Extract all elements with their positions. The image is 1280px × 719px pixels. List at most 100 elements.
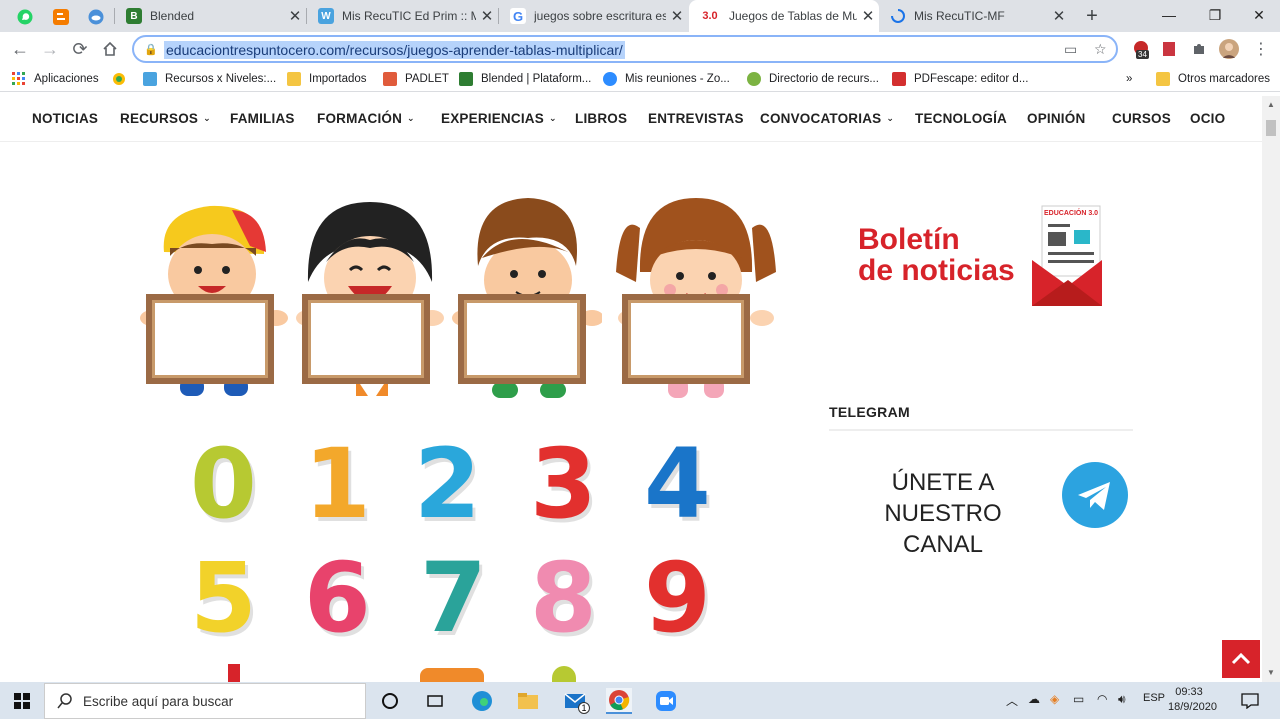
whatsapp-icon: [17, 9, 33, 24]
pinned-tab-whatsapp[interactable]: [9, 3, 41, 30]
tab-juegos-tablas-active[interactable]: 3.0 Juegos de Tablas de Multip ✕: [689, 0, 879, 32]
bookmark-favicon: [143, 72, 157, 86]
extensions-button[interactable]: [1188, 38, 1210, 60]
cortana-circle-icon: [382, 693, 398, 709]
nav-familias[interactable]: FAMILIAS: [230, 111, 295, 126]
close-window-button[interactable]: ✕: [1236, 0, 1280, 32]
tab-favicon: G: [510, 8, 526, 24]
extension-adblock[interactable]: 34: [1130, 38, 1152, 60]
taskbar-clock[interactable]: 09:33 18/9/2020: [1168, 685, 1217, 715]
scrollbar-thumb[interactable]: [1266, 120, 1276, 136]
bookmark-pdfescape[interactable]: PDFescape: editor d...: [892, 70, 1028, 88]
scroll-down-arrow[interactable]: ▼: [1267, 668, 1275, 677]
taskbar-mail[interactable]: 1: [562, 688, 590, 714]
browser-toolbar: ← → ⟳ 🔒 educaciontrespuntocero.com/recur…: [0, 32, 1280, 66]
telegram-join-text[interactable]: ÚNETE A NUESTRO CANAL: [838, 467, 1048, 560]
back-button[interactable]: ←: [7, 37, 33, 61]
profile-avatar[interactable]: [1218, 38, 1240, 60]
bookmark-label: Recursos x Niveles:...: [165, 73, 277, 85]
cast-icon[interactable]: ▭: [1064, 41, 1077, 58]
nav-formacion[interactable]: FORMACIÓN ⌄: [317, 111, 415, 126]
close-icon[interactable]: ✕: [666, 7, 688, 25]
address-bar[interactable]: 🔒 educaciontrespuntocero.com/recursos/ju…: [132, 35, 1118, 63]
tab-blended[interactable]: B Blended ✕: [116, 0, 306, 32]
menu-icon[interactable]: ⋮: [1250, 38, 1272, 60]
taskbar-edge[interactable]: [469, 688, 495, 714]
chrome-icon: [609, 690, 630, 711]
reload-button[interactable]: ⟳: [67, 37, 93, 61]
timeline-button[interactable]: [422, 688, 448, 714]
bookmarks-overflow-button[interactable]: »: [1126, 70, 1132, 88]
kid-illustration: [616, 182, 776, 422]
bookmark-zoom[interactable]: Mis reuniones - Zo...: [603, 70, 730, 88]
tray-cloud-icon[interactable]: ☁: [1028, 692, 1040, 706]
new-tab-button[interactable]: +: [1080, 4, 1104, 28]
tab-juegos-escritura[interactable]: G juegos sobre escritura esp ✕: [500, 0, 688, 32]
minimize-button[interactable]: —: [1146, 0, 1192, 32]
scroll-up-arrow[interactable]: ▲: [1267, 100, 1275, 109]
folder-icon: [287, 72, 301, 86]
nav-tecnologia[interactable]: TECNOLOGÍA: [915, 111, 1007, 126]
tray-chevron-up-icon[interactable]: ︿: [1006, 692, 1018, 709]
forward-button[interactable]: →: [37, 37, 63, 61]
number-0: 0: [190, 428, 257, 540]
article-content: 0 1 2 3 4 5 6 7 8 9 Boletín de noticias: [0, 142, 1262, 682]
number-7: 7: [420, 542, 487, 654]
nav-convocatorias[interactable]: CONVOCATORIAS ⌄: [760, 111, 894, 126]
close-icon[interactable]: ✕: [476, 7, 498, 25]
newsletter-envelope-icon[interactable]: EDUCACIÓN 3.0: [1030, 204, 1104, 308]
task-view-button[interactable]: [377, 688, 403, 714]
taskbar-file-explorer[interactable]: [515, 688, 541, 714]
padlet-icon: [383, 72, 397, 86]
battery-icon[interactable]: ▭: [1073, 692, 1084, 706]
extension-pdf[interactable]: [1158, 38, 1180, 60]
nav-experiencias[interactable]: EXPERIENCIAS ⌄: [441, 111, 557, 126]
newsletter-banner[interactable]: Boletín de noticias: [858, 224, 1015, 286]
bookmark-blended[interactable]: Blended | Plataform...: [459, 70, 591, 88]
home-button[interactable]: [97, 37, 123, 61]
tab-title: Juegos de Tablas de Multip: [729, 9, 857, 23]
restore-button[interactable]: ❐: [1192, 0, 1238, 32]
close-icon[interactable]: ✕: [1048, 7, 1070, 25]
blank-sign: [622, 294, 750, 384]
wifi-icon[interactable]: ◠: [1097, 692, 1107, 706]
bookmark-otros-marcadores[interactable]: Otros marcadores: [1156, 70, 1270, 88]
nav-entrevistas[interactable]: ENTREVISTAS: [648, 111, 744, 126]
bookmark-aplicaciones[interactable]: Aplicaciones: [12, 70, 99, 88]
bookmark-directorio[interactable]: Directorio de recurs...: [747, 70, 879, 88]
nav-noticias[interactable]: NOTICIAS: [32, 111, 98, 126]
bookmark-recursos-niveles[interactable]: Recursos x Niveles:...: [143, 70, 276, 88]
pinned-tab-cloud[interactable]: [80, 3, 112, 30]
nav-ocio[interactable]: OCIO: [1190, 111, 1225, 126]
tab-mis-recutic-ed-prim[interactable]: W Mis RecuTIC Ed Prim :: Mis ✕: [308, 0, 498, 32]
close-icon[interactable]: ✕: [857, 7, 879, 25]
bookmark-pinwheel[interactable]: [112, 70, 126, 88]
blank-sign: [458, 294, 586, 384]
volume-icon[interactable]: 🔊︎: [1118, 692, 1126, 707]
tab-mis-recutic-mf[interactable]: Mis RecuTIC-MF ✕: [880, 0, 1070, 32]
back-to-top-button[interactable]: [1222, 640, 1260, 678]
tray-app-icon[interactable]: ◈: [1050, 692, 1059, 706]
nav-cursos[interactable]: CURSOS: [1112, 111, 1171, 126]
bookmark-star-icon[interactable]: ☆: [1094, 41, 1107, 58]
nav-recursos[interactable]: RECURSOS ⌄: [120, 111, 211, 126]
windows-start-button[interactable]: [9, 688, 35, 714]
taskbar-search-box[interactable]: Escribe aquí para buscar: [44, 683, 366, 719]
pinned-tab-blogger[interactable]: [45, 3, 77, 30]
clock-date: 18/9/2020: [1168, 701, 1217, 713]
folder-icon: [518, 693, 538, 709]
tab-strip: B Blended ✕ W Mis RecuTIC Ed Prim :: Mis…: [0, 0, 1280, 32]
action-center-button[interactable]: [1237, 688, 1263, 714]
nav-opinion[interactable]: OPINIÓN: [1027, 111, 1085, 126]
language-indicator[interactable]: ESP: [1143, 692, 1165, 704]
page-scrollbar[interactable]: ▲ ▼: [1262, 96, 1280, 682]
number-3: 3: [530, 428, 597, 540]
close-icon[interactable]: ✕: [284, 7, 306, 25]
url-text[interactable]: educaciontrespuntocero.com/recursos/jueg…: [164, 41, 625, 59]
bookmark-padlet[interactable]: PADLET: [383, 70, 449, 88]
taskbar-chrome[interactable]: [606, 688, 632, 714]
bookmark-importados[interactable]: Importados: [287, 70, 367, 88]
taskbar-zoom[interactable]: [653, 688, 679, 714]
nav-libros[interactable]: LIBROS: [575, 111, 627, 126]
telegram-icon[interactable]: [1062, 462, 1128, 528]
